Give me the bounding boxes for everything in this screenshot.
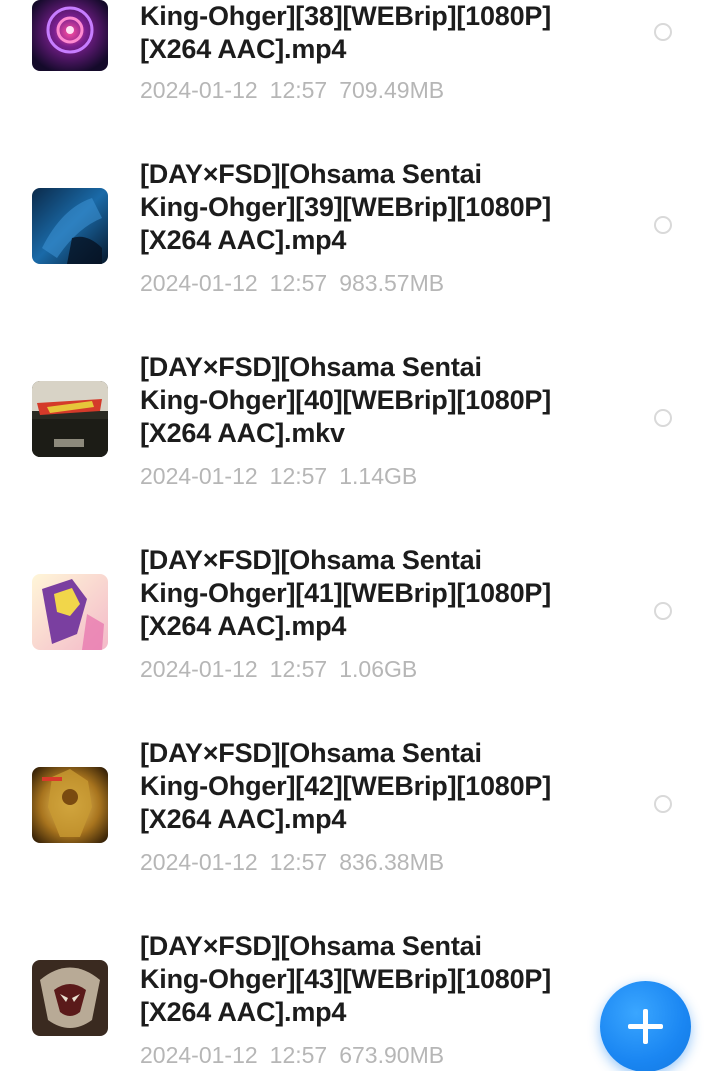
file-date: 2024-01-12 [140, 849, 258, 875]
select-radio[interactable] [654, 409, 672, 427]
file-size: 709.49MB [339, 77, 445, 103]
list-item[interactable]: King-Ohger][38][WEBrip][1080P] [X264 AAC… [0, 0, 719, 124]
file-size: 673.90MB [339, 1042, 445, 1068]
file-time: 12:57 [269, 463, 328, 489]
file-name: [DAY×FSD][Ohsama Sentai King-Ohger][40][… [140, 352, 552, 448]
file-name: [DAY×FSD][Ohsama Sentai King-Ohger][41][… [140, 545, 552, 641]
video-thumbnail-icon [32, 574, 108, 650]
list-item[interactable]: [DAY×FSD][Ohsama Sentai King-Ohger][42][… [0, 737, 719, 930]
add-button[interactable] [600, 981, 691, 1071]
select-radio[interactable] [654, 216, 672, 234]
file-meta: 2024-01-12 12:57 709.49MB [140, 76, 456, 104]
file-browser-screen: King-Ohger][38][WEBrip][1080P] [X264 AAC… [0, 0, 719, 1071]
file-meta: 2024-01-12 12:57 1.14GB [140, 462, 429, 490]
file-size: 836.38MB [339, 849, 445, 875]
video-thumbnail-icon [32, 960, 108, 1036]
list-item[interactable]: [DAY×FSD][Ohsama Sentai King-Ohger][41][… [0, 544, 719, 737]
file-name: [DAY×FSD][Ohsama Sentai King-Ohger][43][… [140, 931, 552, 1027]
file-name: [DAY×FSD][Ohsama Sentai King-Ohger][39][… [140, 159, 552, 255]
select-radio[interactable] [654, 602, 672, 620]
file-time: 12:57 [269, 270, 328, 296]
file-meta: 2024-01-12 12:57 836.38MB [140, 848, 456, 876]
file-date: 2024-01-12 [140, 1042, 258, 1068]
file-time: 12:57 [269, 1042, 328, 1068]
file-time: 12:57 [269, 77, 328, 103]
list-item[interactable]: [DAY×FSD][Ohsama Sentai King-Ohger][40][… [0, 351, 719, 544]
file-name: [DAY×FSD][Ohsama Sentai King-Ohger][42][… [140, 738, 552, 834]
file-name: King-Ohger][38][WEBrip][1080P] [X264 AAC… [140, 1, 552, 64]
file-meta: 2024-01-12 12:57 673.90MB [140, 1041, 456, 1069]
file-time: 12:57 [269, 849, 328, 875]
select-radio[interactable] [654, 795, 672, 813]
video-thumbnail-icon [32, 188, 108, 264]
file-date: 2024-01-12 [140, 77, 258, 103]
select-radio[interactable] [654, 23, 672, 41]
file-size: 1.06GB [339, 656, 418, 682]
file-date: 2024-01-12 [140, 656, 258, 682]
video-thumbnail-icon [32, 381, 108, 457]
file-time: 12:57 [269, 656, 328, 682]
file-meta: 2024-01-12 12:57 1.06GB [140, 655, 429, 683]
file-size: 983.57MB [339, 270, 445, 296]
file-size: 1.14GB [339, 463, 418, 489]
file-date: 2024-01-12 [140, 463, 258, 489]
file-meta: 2024-01-12 12:57 983.57MB [140, 269, 456, 297]
list-item[interactable]: [DAY×FSD][Ohsama Sentai King-Ohger][39][… [0, 158, 719, 351]
video-thumbnail-icon [32, 0, 108, 71]
plus-icon [628, 1009, 663, 1044]
file-date: 2024-01-12 [140, 270, 258, 296]
video-thumbnail-icon [32, 767, 108, 843]
